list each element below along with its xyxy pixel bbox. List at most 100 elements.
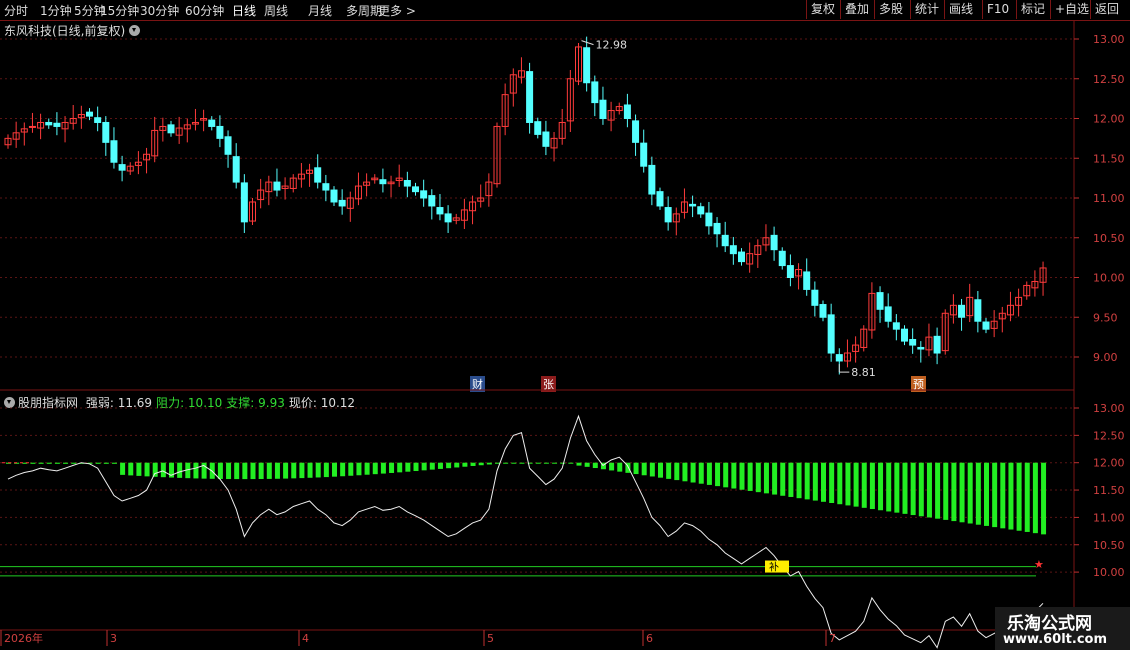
- histogram-bar: [421, 462, 427, 471]
- candle-body: [958, 304, 966, 318]
- histogram-bar: [926, 462, 932, 518]
- sub-y-tick-label: 10.00: [1093, 566, 1125, 579]
- candle-body: [338, 199, 346, 207]
- histogram-bar: [511, 462, 517, 464]
- histogram-bar: [584, 462, 590, 467]
- candle-body: [28, 125, 36, 128]
- histogram-bar: [103, 462, 109, 464]
- histogram-bar: [201, 462, 207, 479]
- histogram-bar: [967, 462, 973, 524]
- histogram-bar: [796, 462, 802, 499]
- candle-body: [827, 314, 835, 354]
- candle-body: [713, 222, 721, 235]
- histogram-bar: [266, 462, 272, 479]
- sub-y-tick-label: 13.00: [1093, 402, 1125, 415]
- histogram-bar: [715, 462, 721, 487]
- histogram-bar: [560, 462, 566, 464]
- candle-body: [876, 292, 884, 310]
- histogram-bar: [804, 462, 810, 500]
- y-tick-label: 12.50: [1093, 73, 1125, 86]
- histogram-bar: [739, 462, 745, 490]
- candle-body: [428, 195, 436, 207]
- histogram-bar: [886, 462, 892, 512]
- histogram-bar: [405, 462, 411, 472]
- candle-body: [379, 179, 387, 185]
- candle-body: [534, 121, 542, 135]
- candle-body: [697, 206, 705, 215]
- histogram-bar: [193, 462, 199, 479]
- candle-body: [884, 306, 892, 322]
- sub-y-tick-label: 11.50: [1093, 484, 1125, 497]
- histogram-bar: [372, 462, 378, 475]
- histogram-bar: [666, 462, 672, 479]
- histogram-bar: [992, 462, 998, 528]
- candle-body: [803, 271, 811, 290]
- watermark-line1: 乐淘公式网: [1007, 614, 1092, 634]
- high-label: 12.98: [596, 39, 628, 52]
- histogram-bar: [1032, 462, 1038, 534]
- histogram-bar: [975, 462, 981, 525]
- candle-body: [45, 121, 53, 126]
- candle-body: [770, 234, 778, 251]
- histogram-bar: [323, 462, 329, 478]
- histogram-bar: [30, 462, 36, 464]
- histogram-bar: [869, 462, 875, 510]
- histogram-bar: [568, 462, 574, 464]
- histogram-bar: [111, 462, 117, 464]
- histogram-bar: [63, 462, 69, 464]
- histogram-bar: [283, 462, 289, 479]
- histogram-bar: [894, 462, 900, 513]
- candle-body: [412, 186, 419, 193]
- histogram-bar: [731, 462, 737, 489]
- histogram-bar: [592, 462, 598, 469]
- histogram-bar: [258, 462, 264, 480]
- candle-body: [819, 304, 827, 318]
- histogram-bar: [478, 462, 484, 466]
- watermark-line2: www.60lt.com: [1003, 632, 1108, 647]
- histogram-bar: [470, 462, 476, 466]
- histogram-bar: [788, 462, 794, 497]
- histogram-bar: [446, 462, 452, 469]
- histogram-bar: [226, 462, 232, 480]
- candle-body: [240, 182, 248, 223]
- candle-body: [778, 250, 786, 267]
- candle-body: [216, 125, 224, 139]
- histogram-bar: [307, 462, 313, 478]
- histogram-bar: [723, 462, 729, 488]
- y-tick-label: 9.50: [1093, 311, 1118, 324]
- histogram-bar: [853, 462, 859, 507]
- y-tick-label: 13.00: [1093, 33, 1125, 46]
- histogram-bar: [641, 462, 647, 476]
- histogram-bar: [706, 462, 712, 485]
- candle-body: [273, 181, 281, 191]
- candle-body: [811, 289, 819, 306]
- histogram-bar: [397, 462, 403, 473]
- histogram-bar: [609, 462, 615, 471]
- histogram-bar: [878, 462, 884, 511]
- histogram-bar: [552, 462, 558, 464]
- x-axis-label: 5: [487, 632, 494, 645]
- histogram-bar: [299, 462, 305, 479]
- histogram-bar: [160, 462, 166, 478]
- candle-body: [982, 321, 990, 330]
- histogram-bar: [918, 462, 924, 517]
- sub-y-tick-label: 10.50: [1093, 539, 1125, 552]
- histogram-bar: [315, 462, 321, 478]
- high-pointer: [581, 40, 594, 46]
- candle-body: [689, 203, 697, 207]
- histogram-bar: [429, 462, 435, 470]
- histogram-bar: [535, 462, 541, 464]
- histogram-bar: [845, 462, 851, 506]
- candle-body: [933, 335, 941, 354]
- watermark-logo: 乐淘公式网 www.60lt.com: [995, 607, 1130, 650]
- histogram-bar: [821, 462, 826, 502]
- candle-body: [705, 212, 713, 227]
- candle-body: [542, 131, 550, 147]
- histogram-bar: [1008, 462, 1014, 530]
- histogram-bar: [348, 462, 354, 476]
- price-chart-canvas[interactable]: 13.00 12.50 12.00 11.50 11.00 10.50 10.00 9.50 9…: [0, 0, 1130, 650]
- candle-body: [901, 328, 908, 342]
- candle-body: [330, 189, 338, 203]
- histogram-bar: [250, 462, 256, 480]
- x-axis-label: 4: [302, 632, 309, 645]
